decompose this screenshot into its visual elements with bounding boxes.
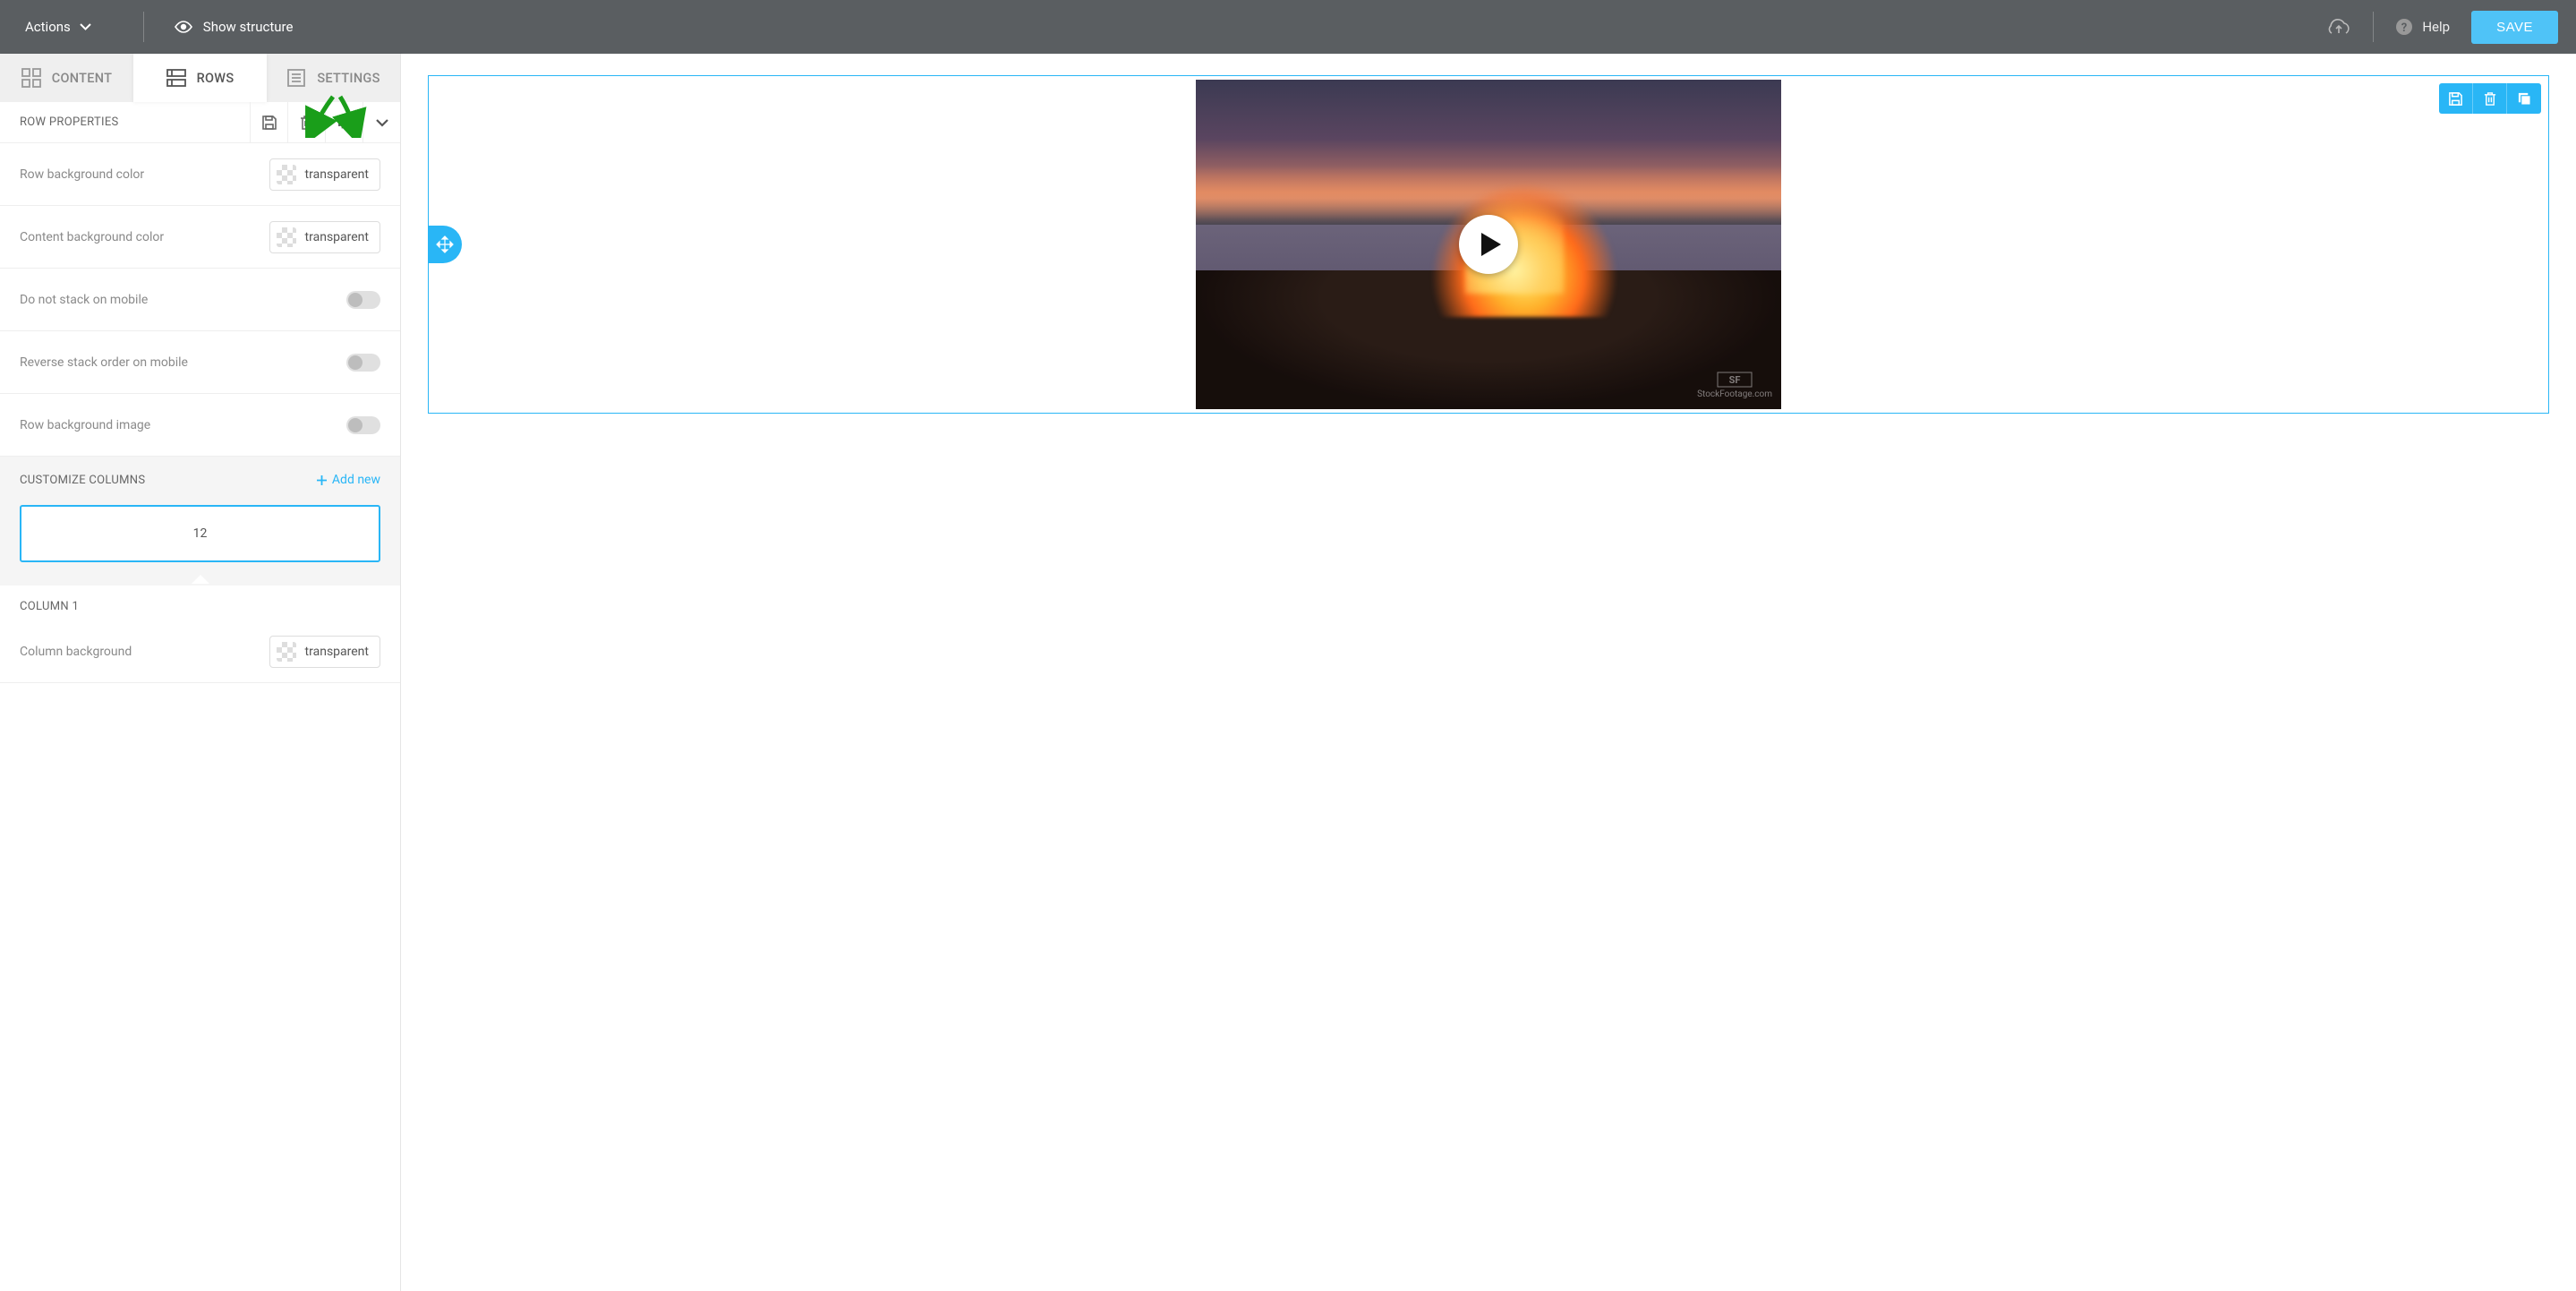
reverse-stack-toggle[interactable] [346, 354, 380, 372]
row-bg-image-toggle[interactable] [346, 416, 380, 434]
prop-content-bg-color: Content background color transparent [0, 206, 400, 269]
column-1-title: COLUMN 1 [0, 586, 400, 620]
save-button[interactable]: SAVE [2471, 11, 2558, 44]
svg-text:?: ? [2401, 21, 2407, 35]
duplicate-icon [337, 115, 353, 131]
customize-columns-title: CUSTOMIZE COLUMNS [20, 474, 317, 487]
transparent-swatch-icon [277, 642, 296, 662]
prop-label: Content background color [20, 230, 269, 244]
column-width-box[interactable]: 12 [20, 505, 380, 562]
prop-label: Row background color [20, 167, 269, 182]
color-value: transparent [305, 167, 369, 182]
column-1-section: COLUMN 1 Column background transparent [0, 586, 400, 683]
actions-label: Actions [25, 19, 71, 35]
content-icon [21, 68, 41, 88]
column-pointer [0, 575, 400, 586]
prop-label: Do not stack on mobile [20, 293, 346, 307]
show-structure-toggle[interactable]: Show structure [175, 19, 294, 35]
row-actions [2439, 83, 2541, 114]
add-new-label: Add new [332, 473, 380, 487]
help-label: Help [2422, 19, 2450, 35]
tab-content[interactable]: CONTENT [0, 54, 133, 102]
play-icon [1481, 233, 1501, 256]
prop-reverse-stack: Reverse stack order on mobile [0, 331, 400, 394]
divider [143, 12, 144, 42]
transparent-swatch-icon [277, 165, 296, 184]
tab-content-label: CONTENT [52, 71, 113, 86]
canvas[interactable]: SF StockFootage.com [401, 54, 2576, 1291]
column-width-value: 12 [193, 526, 208, 541]
actions-menu[interactable]: Actions [18, 19, 116, 35]
tab-settings[interactable]: SETTINGS [267, 54, 400, 102]
topbar: Actions Show structure ? Help SAVE [0, 0, 2576, 54]
panel-title: ROW PROPERTIES [0, 115, 250, 129]
prop-row-bg-color: Row background color transparent [0, 143, 400, 206]
prop-label: Reverse stack order on mobile [20, 355, 346, 370]
sidebar: CONTENT ROWS SETTINGS ROW PROPERTIES [0, 54, 401, 1291]
content-bg-color-picker[interactable]: transparent [269, 221, 380, 253]
panel-header: ROW PROPERTIES [0, 102, 400, 143]
show-structure-label: Show structure [203, 19, 294, 35]
settings-icon [286, 68, 306, 88]
row-bg-color-picker[interactable]: transparent [269, 158, 380, 191]
rows-icon [166, 68, 186, 88]
plus-icon [317, 475, 327, 485]
prop-column-bg: Column background transparent [0, 620, 400, 683]
divider [2373, 12, 2374, 42]
prop-no-stack-mobile: Do not stack on mobile [0, 269, 400, 331]
sidebar-tabs: CONTENT ROWS SETTINGS [0, 54, 400, 102]
prop-row-bg-image: Row background image [0, 394, 400, 457]
duplicate-icon [2517, 91, 2532, 107]
transparent-swatch-icon [277, 227, 296, 247]
cloud-upload-icon[interactable] [2326, 17, 2351, 37]
save-row-button[interactable] [250, 102, 287, 143]
tab-rows-label: ROWS [197, 71, 235, 86]
row-save-button[interactable] [2439, 83, 2473, 114]
prop-label: Column background [20, 645, 269, 659]
move-icon [436, 235, 454, 253]
tab-rows[interactable]: ROWS [133, 54, 267, 102]
no-stack-mobile-toggle[interactable] [346, 291, 380, 309]
color-value: transparent [305, 645, 369, 659]
delete-row-button[interactable] [287, 102, 325, 143]
row-delete-button[interactable] [2473, 83, 2507, 114]
prop-label: Row background image [20, 418, 346, 432]
save-icon [261, 115, 277, 131]
tab-settings-label: SETTINGS [317, 71, 380, 86]
help-icon: ? [2395, 18, 2413, 36]
save-icon [2448, 91, 2463, 107]
chevron-down-icon [80, 23, 91, 30]
selected-row[interactable]: SF StockFootage.com [428, 75, 2549, 414]
watermark: SF StockFootage.com [1697, 372, 1772, 400]
move-handle[interactable] [428, 226, 462, 263]
customize-columns-section: CUSTOMIZE COLUMNS Add new 12 [0, 457, 400, 586]
svg-text:SF: SF [1729, 374, 1741, 386]
row-duplicate-button[interactable] [2507, 83, 2541, 114]
eye-icon [175, 21, 192, 33]
duplicate-row-button[interactable] [325, 102, 363, 143]
trash-icon [2483, 91, 2497, 107]
column-bg-color-picker[interactable]: transparent [269, 636, 380, 668]
help-button[interactable]: ? Help [2395, 18, 2450, 36]
collapse-panel-button[interactable] [363, 102, 400, 143]
chevron-down-icon [375, 118, 389, 127]
video-thumbnail[interactable]: SF StockFootage.com [1196, 80, 1781, 409]
add-new-column-button[interactable]: Add new [317, 473, 380, 487]
trash-icon [299, 115, 314, 131]
color-value: transparent [305, 230, 369, 244]
play-button[interactable] [1459, 215, 1518, 274]
